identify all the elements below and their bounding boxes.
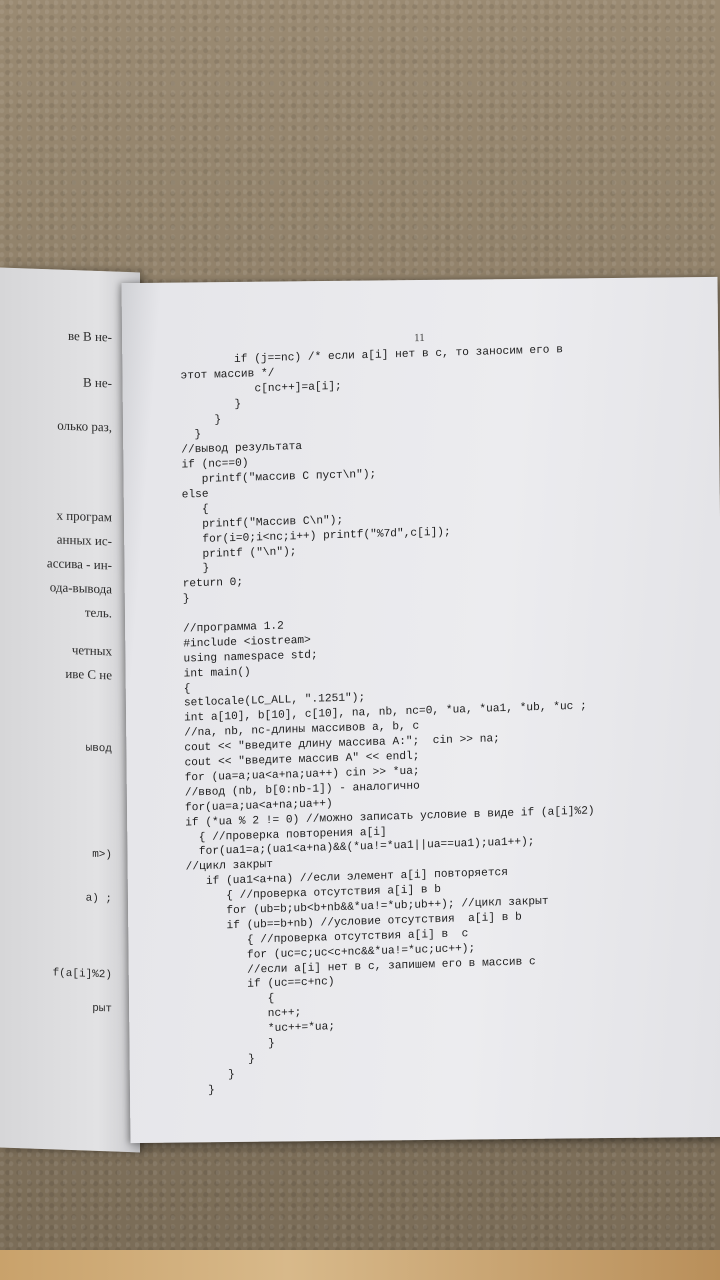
right-book-page: 11 if (j==nc) /* если a[i] нет в c, то з… (121, 276, 720, 1144)
left-book-page: ве В не- В не- олько раз, х програм анны… (0, 267, 140, 1153)
left-page-fragment: четных (71, 642, 112, 659)
left-page-fragment: тель. (84, 604, 112, 621)
left-page-fragment: олько раз, (57, 417, 112, 435)
carpet-edge (0, 1250, 720, 1280)
left-page-fragment: иве С не (65, 665, 112, 683)
code-listing: if (j==nc) /* если a[i] нет в c, то зано… (180, 339, 708, 1099)
left-page-fragment: ывод (85, 742, 112, 756)
page-number: 11 (414, 331, 425, 345)
left-page-fragment: f(a[i]%2) (52, 967, 112, 982)
left-page-fragment: ассива - ин- (46, 555, 112, 573)
left-page-fragment: ве В не- (67, 327, 112, 345)
left-page-fragment: х програм (56, 507, 112, 525)
left-page-fragment: a) ; (85, 892, 112, 906)
left-page-fragment: В не- (83, 374, 112, 391)
left-page-fragment: рыт (92, 1002, 112, 1016)
left-page-fragment: ода-вывода (49, 579, 112, 597)
left-page-fragment: m>) (92, 848, 112, 862)
left-page-fragment: анных ис- (56, 531, 112, 549)
